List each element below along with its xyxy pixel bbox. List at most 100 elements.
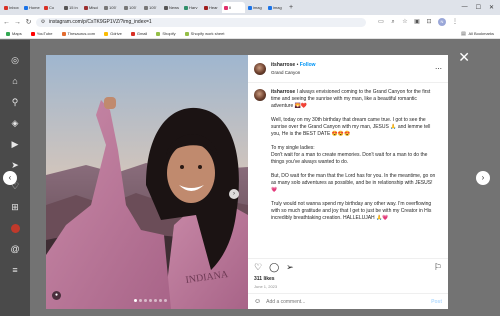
tab-label: Home bbox=[29, 5, 40, 10]
url-text: instagram.com/p/CsTK9GP1VZ/?img_index=1 bbox=[49, 19, 152, 25]
close-modal-icon[interactable]: ✕ bbox=[458, 50, 470, 64]
extension-icon[interactable]: ▣ bbox=[414, 19, 420, 25]
reload-icon[interactable]: ↻ bbox=[25, 18, 32, 26]
new-tab-button[interactable]: + bbox=[286, 2, 296, 13]
tab-favicon-icon bbox=[44, 5, 48, 10]
browser-tab[interactable]: imag bbox=[266, 2, 285, 13]
more-options-icon[interactable]: ⋯ bbox=[435, 65, 442, 73]
cast-icon[interactable]: ▭ bbox=[378, 19, 384, 25]
explore-icon[interactable]: ◈ bbox=[11, 119, 20, 128]
browser-tab[interactable]: Home bbox=[22, 2, 41, 13]
browser-tab[interactable]: Misci bbox=[82, 2, 101, 13]
browser-tab[interactable]: 105' bbox=[142, 2, 161, 13]
close-window-icon[interactable]: ✕ bbox=[489, 4, 494, 11]
bookmark-label: Shopify bbox=[162, 31, 176, 36]
tab-label: 15 in bbox=[69, 5, 78, 10]
previous-post-icon[interactable]: ‹ bbox=[3, 171, 17, 185]
browser-tab[interactable]: 15 in bbox=[62, 2, 81, 13]
browser-tab[interactable]: 105' bbox=[102, 2, 121, 13]
browser-toolbar: ← → ↻ ⚙ instagram.com/p/CsTK9GP1VZ/?img_… bbox=[0, 15, 500, 29]
carousel-dot bbox=[144, 299, 147, 302]
bookmark-item[interactable]: Gdrive bbox=[104, 31, 122, 36]
browser-tab[interactable]: Harv bbox=[182, 2, 201, 13]
browser-tab[interactable]: News bbox=[162, 2, 181, 13]
maximize-icon[interactable]: ☐ bbox=[476, 4, 481, 11]
menu-kebab-icon[interactable]: ⋮ bbox=[452, 19, 458, 25]
caption-block: itsharrose I always envisioned coming to… bbox=[248, 83, 448, 258]
caption-username[interactable]: itsharrose bbox=[271, 89, 295, 95]
more-menu-icon[interactable]: ≡ bbox=[11, 266, 20, 275]
post-photo[interactable]: INDIANA › ● bbox=[46, 55, 248, 309]
post-comment-button[interactable]: Post bbox=[431, 299, 442, 305]
bookmark-item[interactable]: Shopify work sheet bbox=[184, 31, 224, 36]
threads-icon[interactable]: @ bbox=[11, 245, 20, 254]
next-post-icon[interactable]: › bbox=[476, 171, 490, 185]
like-count[interactable]: 311 likes bbox=[248, 276, 448, 284]
carousel-next-icon[interactable]: › bbox=[229, 189, 239, 199]
profile-avatar[interactable]: N bbox=[438, 18, 446, 26]
tab-favicon-icon bbox=[248, 5, 252, 10]
bookmark-favicon-icon bbox=[130, 31, 135, 36]
bookmark-item[interactable]: Shopify bbox=[156, 31, 176, 36]
tab-favicon-icon bbox=[184, 5, 188, 10]
minimize-icon[interactable]: — bbox=[462, 4, 468, 11]
carousel-dot bbox=[164, 299, 167, 302]
browser-tab[interactable]: II bbox=[222, 2, 245, 13]
carousel-dot bbox=[139, 299, 142, 302]
browser-tab[interactable]: Inbox bbox=[2, 2, 21, 13]
bookmark-label: Gdrive bbox=[110, 31, 122, 36]
like-icon[interactable]: ♡ bbox=[254, 262, 262, 273]
bookmark-item[interactable]: YouTube bbox=[30, 31, 53, 36]
browser-tab-strip: Inbox Home Co 15 in Misci 105' 105' 105' News Har… bbox=[0, 0, 500, 15]
back-icon[interactable]: ← bbox=[3, 19, 10, 26]
browser-tab[interactable]: imag bbox=[246, 2, 265, 13]
browser-tab[interactable]: Hear bbox=[202, 2, 221, 13]
bookmark-star-icon[interactable]: ☆ bbox=[402, 19, 408, 25]
tab-favicon-icon bbox=[64, 5, 68, 10]
messages-icon[interactable]: ➤ bbox=[11, 161, 20, 170]
window-controls: — ☐ ✕ bbox=[462, 4, 500, 11]
caption-body: I always envisioned coming to the Grand … bbox=[271, 89, 436, 221]
post-location[interactable]: Grand Canyon bbox=[271, 70, 316, 75]
comment-icon[interactable]: ◯ bbox=[269, 262, 279, 273]
share-icon[interactable]: ➢ bbox=[286, 262, 294, 273]
all-bookmarks-label: All Bookmarks bbox=[468, 31, 494, 36]
tab-search-icon[interactable]: ⊡ bbox=[426, 19, 432, 25]
bookmark-item[interactable]: Maps bbox=[6, 31, 22, 36]
toolbar-actions: ▭ ⌕ ☆ ▣ ⊡ N ⋮ bbox=[378, 18, 458, 26]
search-icon[interactable]: ⚲ bbox=[11, 98, 20, 107]
author-username[interactable]: itsharrose bbox=[271, 62, 295, 68]
tab-favicon-icon bbox=[224, 5, 228, 10]
carousel-indicator bbox=[134, 299, 167, 302]
reels-icon[interactable]: ▶ bbox=[11, 140, 20, 149]
forward-icon[interactable]: → bbox=[14, 19, 21, 26]
caption-text: itsharrose I always envisioned coming to… bbox=[271, 89, 439, 254]
author-avatar[interactable] bbox=[254, 62, 266, 75]
post-details: itsharrose • Follow Grand Canyon ⋯ itsha… bbox=[248, 55, 448, 309]
comment-input[interactable] bbox=[266, 298, 407, 305]
emoji-icon[interactable]: ☺ bbox=[254, 298, 261, 305]
all-bookmarks[interactable]: ▤ All Bookmarks bbox=[460, 31, 494, 37]
tab-label: Inbox bbox=[9, 5, 19, 10]
tab-label: 105' bbox=[129, 5, 137, 10]
bookmark-favicon-icon bbox=[104, 31, 109, 36]
folder-icon: ▤ bbox=[461, 30, 466, 37]
profile-icon[interactable] bbox=[10, 224, 20, 233]
address-bar[interactable]: ⚙ instagram.com/p/CsTK9GP1VZ/?img_index=… bbox=[36, 17, 366, 27]
instagram-logo-icon[interactable]: ◎ bbox=[11, 56, 20, 65]
tab-label: II bbox=[229, 5, 232, 10]
home-icon[interactable]: ⌂ bbox=[11, 77, 20, 86]
site-info-icon[interactable]: ⚙ bbox=[40, 19, 46, 25]
tab-favicon-icon bbox=[84, 5, 88, 10]
browser-tab[interactable]: 105' bbox=[122, 2, 141, 13]
save-icon[interactable]: ⚐ bbox=[434, 262, 442, 273]
bookmark-item[interactable]: Gmail bbox=[130, 31, 147, 36]
zoom-icon[interactable]: ⌕ bbox=[390, 19, 396, 25]
tag-person-icon[interactable]: ● bbox=[52, 291, 61, 300]
bookmark-item[interactable]: Thesaurus.com bbox=[61, 31, 95, 36]
browser-tab[interactable]: Co bbox=[42, 2, 61, 13]
follow-button[interactable]: Follow bbox=[300, 62, 316, 68]
carousel-dot bbox=[149, 299, 152, 302]
caption-avatar[interactable] bbox=[254, 89, 266, 101]
create-icon[interactable]: ⊞ bbox=[11, 203, 20, 212]
